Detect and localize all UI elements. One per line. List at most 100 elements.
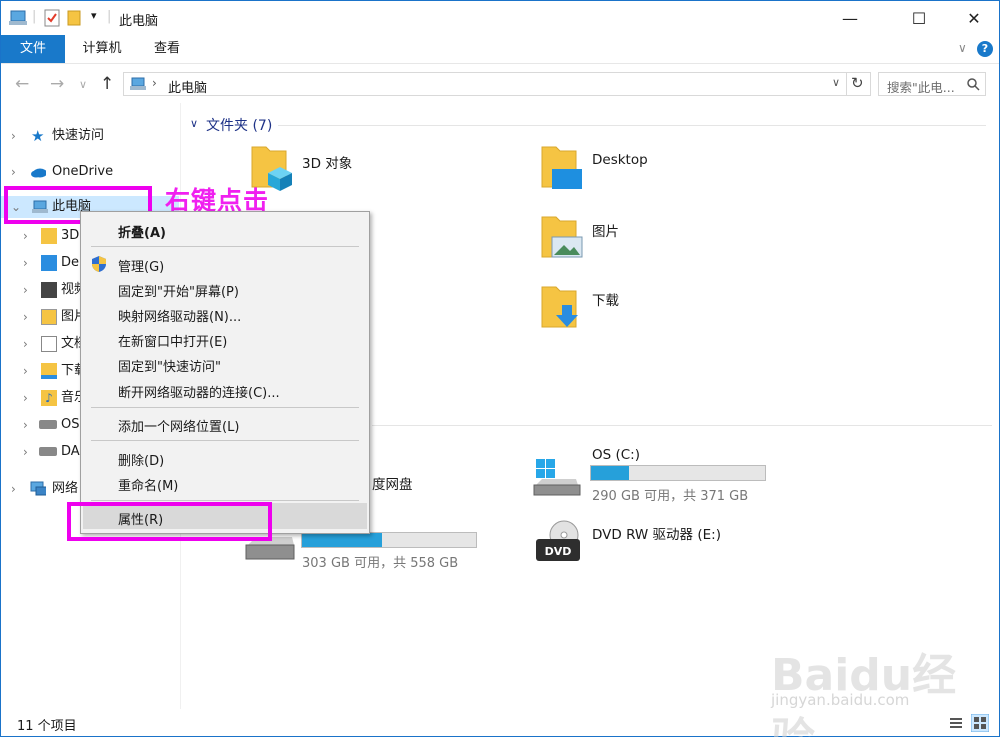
- menu-item-rename[interactable]: 重命名(M): [118, 475, 178, 494]
- folder-label: 下载: [592, 293, 619, 309]
- tab-view[interactable]: 查看: [141, 35, 193, 63]
- maximize-button[interactable]: ☐: [896, 1, 942, 35]
- customize-toolbar-icon[interactable]: ▾: [91, 9, 97, 22]
- chevron-right-icon[interactable]: ›: [23, 252, 28, 274]
- chevron-right-icon[interactable]: ›: [11, 478, 16, 500]
- folders-group-header[interactable]: 文件夹 (7): [206, 115, 272, 135]
- sidebar-item-label: OneDrive: [52, 164, 114, 179]
- navigation-bar: ← → ∨ ↑ › 此电脑 ∨ ↻ 搜索"此电...: [1, 63, 999, 103]
- divider: [372, 425, 992, 426]
- help-icon[interactable]: ?: [977, 41, 993, 57]
- folder-label: 图片: [592, 224, 619, 240]
- minimize-button[interactable]: —: [827, 1, 873, 35]
- recent-locations-icon[interactable]: ∨: [79, 78, 87, 91]
- window-title: 此电脑: [119, 14, 159, 29]
- tab-computer[interactable]: 计算机: [71, 35, 133, 63]
- drive-icon: [39, 447, 57, 456]
- cloud-icon: [31, 168, 46, 178]
- star-icon: ★: [31, 127, 45, 145]
- divider: |: [32, 9, 37, 24]
- item-count: 11 个项目: [17, 719, 77, 734]
- close-button[interactable]: ✕: [951, 1, 997, 35]
- watermark-url: jingyan.baidu.com: [771, 691, 910, 709]
- chevron-down-icon[interactable]: ∨: [190, 117, 198, 130]
- desktop-folder-icon: [41, 255, 57, 271]
- tiles-view-icon[interactable]: [971, 714, 989, 732]
- sidebar-item-label: De: [61, 255, 80, 270]
- expand-ribbon-icon[interactable]: ∨: [958, 41, 967, 55]
- sidebar-item-label: DA: [61, 444, 80, 459]
- menu-item-collapse[interactable]: 折叠(A): [118, 222, 166, 241]
- folder-tile-downloads[interactable]: 下载: [538, 283, 798, 337]
- computer-icon[interactable]: [9, 10, 27, 26]
- context-menu: 折叠(A) 管理(G) 固定到"开始"屏幕(P) 映射网络驱动器(N)... 在…: [80, 211, 370, 534]
- search-placeholder: 搜索"此电...: [887, 80, 955, 95]
- chevron-right-icon[interactable]: ›: [23, 225, 28, 247]
- refresh-button[interactable]: ↻: [851, 74, 864, 92]
- divider: |: [107, 9, 112, 24]
- chevron-right-icon[interactable]: ›: [23, 387, 28, 409]
- folder-tile-pictures[interactable]: 图片: [538, 213, 798, 267]
- folder-tile-3d-objects[interactable]: 3D 对象: [248, 143, 508, 197]
- computer-icon: [130, 77, 146, 90]
- picture-folder-icon: [541, 216, 583, 258]
- breadcrumb-this-pc[interactable]: 此电脑: [168, 77, 207, 96]
- watermark: Baidu经验 jingyan.baidu.com: [741, 629, 961, 737]
- search-input[interactable]: 搜索"此电...: [878, 72, 986, 96]
- menu-item-delete[interactable]: 删除(D): [118, 450, 164, 469]
- drive-space-text: 290 GB 可用，共 371 GB: [592, 489, 749, 504]
- sidebar-item-quick-access[interactable]: › ★ 快速访问: [1, 125, 179, 147]
- explorer-window: | ▾ | 此电脑 — ☐ ✕ 文件 计算机 查看 ∨ ? ← → ∨ ↑ › …: [0, 0, 1000, 737]
- menu-separator: [91, 246, 359, 247]
- up-button[interactable]: ↑: [100, 74, 114, 94]
- properties-icon[interactable]: [44, 9, 60, 27]
- menu-item-pin-quick-access[interactable]: 固定到"快速访问": [118, 356, 221, 375]
- drive-usage-bar: [590, 465, 766, 481]
- download-folder-icon: [41, 363, 57, 379]
- menu-item-manage[interactable]: 管理(G): [118, 256, 164, 275]
- tab-file[interactable]: 文件: [1, 35, 65, 63]
- sidebar-item-label: 3D: [61, 228, 80, 243]
- title-bar: | ▾ | 此电脑 — ☐ ✕: [1, 1, 999, 35]
- picture-folder-icon: [41, 309, 57, 325]
- chevron-right-icon[interactable]: ›: [23, 279, 28, 301]
- download-folder-icon: [541, 286, 578, 328]
- watermark-logo-text: Baidu经验: [771, 650, 957, 737]
- sidebar-item-onedrive[interactable]: › OneDrive: [1, 161, 179, 183]
- address-bar[interactable]: › 此电脑 ∨ ↻: [123, 72, 871, 96]
- menu-separator: [91, 407, 359, 408]
- menu-item-add-network-location[interactable]: 添加一个网络位置(L): [118, 416, 239, 435]
- back-button[interactable]: ←: [15, 74, 29, 94]
- folder-3d-icon: [41, 228, 57, 244]
- forward-button[interactable]: →: [50, 74, 64, 94]
- desktop-folder-icon: [541, 146, 582, 189]
- drive-tile-data[interactable]: 303 GB 可用，共 558 GB: [244, 529, 544, 585]
- chevron-right-icon[interactable]: ›: [23, 306, 28, 328]
- menu-item-pin-start[interactable]: 固定到"开始"屏幕(P): [118, 281, 239, 300]
- chevron-right-icon[interactable]: ›: [11, 161, 16, 183]
- new-folder-icon[interactable]: [67, 9, 81, 27]
- chevron-right-icon[interactable]: ›: [11, 125, 16, 147]
- chevron-right-icon[interactable]: ›: [23, 333, 28, 355]
- menu-item-map-drive[interactable]: 映射网络驱动器(N)...: [118, 306, 241, 325]
- drive-tile-os[interactable]: OS (C:) 290 GB 可用，共 371 GB: [530, 443, 830, 504]
- video-folder-icon: [41, 282, 57, 298]
- menu-item-open-new-window[interactable]: 在新窗口中打开(E): [118, 331, 227, 350]
- chevron-right-icon[interactable]: ›: [23, 441, 28, 463]
- menu-item-disconnect-drive[interactable]: 断开网络驱动器的连接(C)...: [118, 382, 280, 401]
- drive-tile-dvd[interactable]: DVD DVD RW 驱动器 (E:): [534, 517, 834, 567]
- music-folder-icon: ♪: [41, 390, 57, 406]
- drive-icon: [39, 420, 57, 429]
- address-dropdown-icon[interactable]: ∨: [832, 76, 840, 89]
- divider: [278, 125, 986, 126]
- folder-tile-desktop[interactable]: Desktop: [538, 143, 798, 197]
- menu-separator: [91, 440, 359, 441]
- sidebar-item-label: 网络: [52, 481, 79, 496]
- sidebar-item-label: 快速访问: [52, 128, 105, 143]
- document-folder-icon: [41, 336, 57, 352]
- chevron-right-icon[interactable]: ›: [23, 414, 28, 436]
- search-icon: [967, 78, 980, 91]
- drive-tile-netdisk[interactable]: 度网盘: [372, 473, 492, 497]
- divider: [846, 73, 847, 95]
- chevron-right-icon[interactable]: ›: [23, 360, 28, 382]
